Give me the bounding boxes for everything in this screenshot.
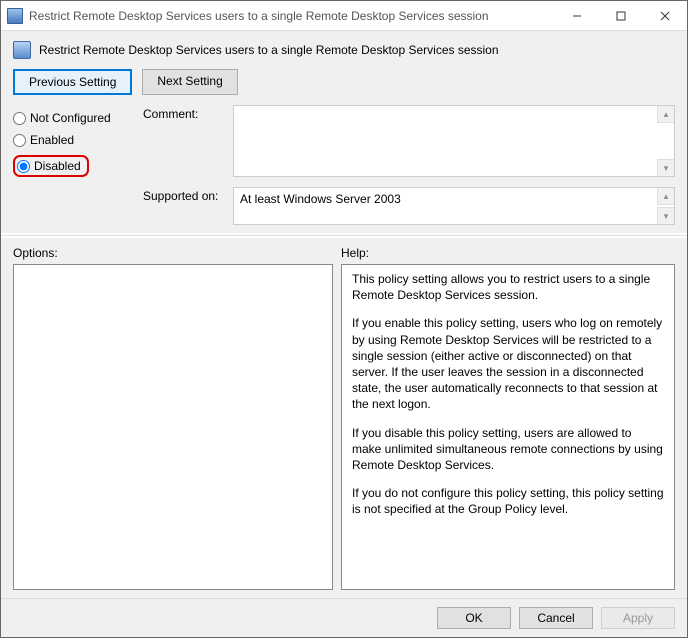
radio-not-configured-input[interactable] — [13, 112, 26, 125]
supported-box: At least Windows Server 2003 ▴ ▾ — [233, 187, 675, 225]
policy-header: Restrict Remote Desktop Services users t… — [1, 31, 687, 65]
radio-enabled-label: Enabled — [30, 133, 74, 147]
options-box[interactable] — [13, 264, 333, 590]
config-area: Not Configured Enabled Disabled Comment:… — [1, 105, 687, 233]
radio-disabled-input[interactable] — [17, 160, 30, 173]
help-text-2: If you enable this policy setting, users… — [352, 315, 664, 412]
comment-scroll-down[interactable]: ▾ — [657, 159, 674, 176]
supported-scroll-up[interactable]: ▴ — [657, 188, 674, 205]
policy-title: Restrict Remote Desktop Services users t… — [39, 43, 499, 57]
title-bar: Restrict Remote Desktop Services users t… — [1, 1, 687, 31]
divider — [1, 235, 687, 236]
state-radios: Not Configured Enabled Disabled — [13, 105, 143, 225]
policy-icon — [13, 41, 31, 59]
help-text-3: If you disable this policy setting, user… — [352, 425, 664, 474]
supported-scroll-down[interactable]: ▾ — [657, 207, 674, 224]
radio-not-configured-label: Not Configured — [30, 111, 111, 125]
apply-button[interactable]: Apply — [601, 607, 675, 629]
radio-enabled-input[interactable] — [13, 134, 26, 147]
help-text-1: This policy setting allows you to restri… — [352, 271, 664, 303]
radio-disabled-label: Disabled — [34, 159, 81, 173]
comment-scroll-up[interactable]: ▴ — [657, 106, 674, 123]
app-icon — [7, 8, 23, 24]
supported-label: Supported on: — [143, 187, 227, 225]
comment-textarea[interactable]: ▴ ▾ — [233, 105, 675, 177]
ok-button[interactable]: OK — [437, 607, 511, 629]
close-button[interactable] — [643, 2, 687, 30]
comment-label: Comment: — [143, 105, 227, 177]
nav-row: Previous Setting Next Setting — [1, 65, 687, 105]
radio-not-configured[interactable]: Not Configured — [13, 111, 143, 125]
help-text-4: If you do not configure this policy sett… — [352, 485, 664, 517]
next-setting-button[interactable]: Next Setting — [142, 69, 237, 95]
help-label: Help: — [341, 242, 675, 260]
cancel-button[interactable]: Cancel — [519, 607, 593, 629]
footer: OK Cancel Apply — [1, 598, 687, 637]
options-label: Options: — [13, 242, 333, 260]
radio-enabled[interactable]: Enabled — [13, 133, 143, 147]
supported-value: At least Windows Server 2003 — [240, 192, 401, 206]
help-box[interactable]: This policy setting allows you to restri… — [341, 264, 675, 590]
previous-setting-button[interactable]: Previous Setting — [13, 69, 132, 95]
radio-disabled[interactable]: Disabled — [13, 155, 89, 177]
minimize-button[interactable] — [555, 2, 599, 30]
window-title: Restrict Remote Desktop Services users t… — [29, 9, 555, 23]
panels: Options: Help: This policy setting allow… — [1, 238, 687, 598]
maximize-button[interactable] — [599, 2, 643, 30]
